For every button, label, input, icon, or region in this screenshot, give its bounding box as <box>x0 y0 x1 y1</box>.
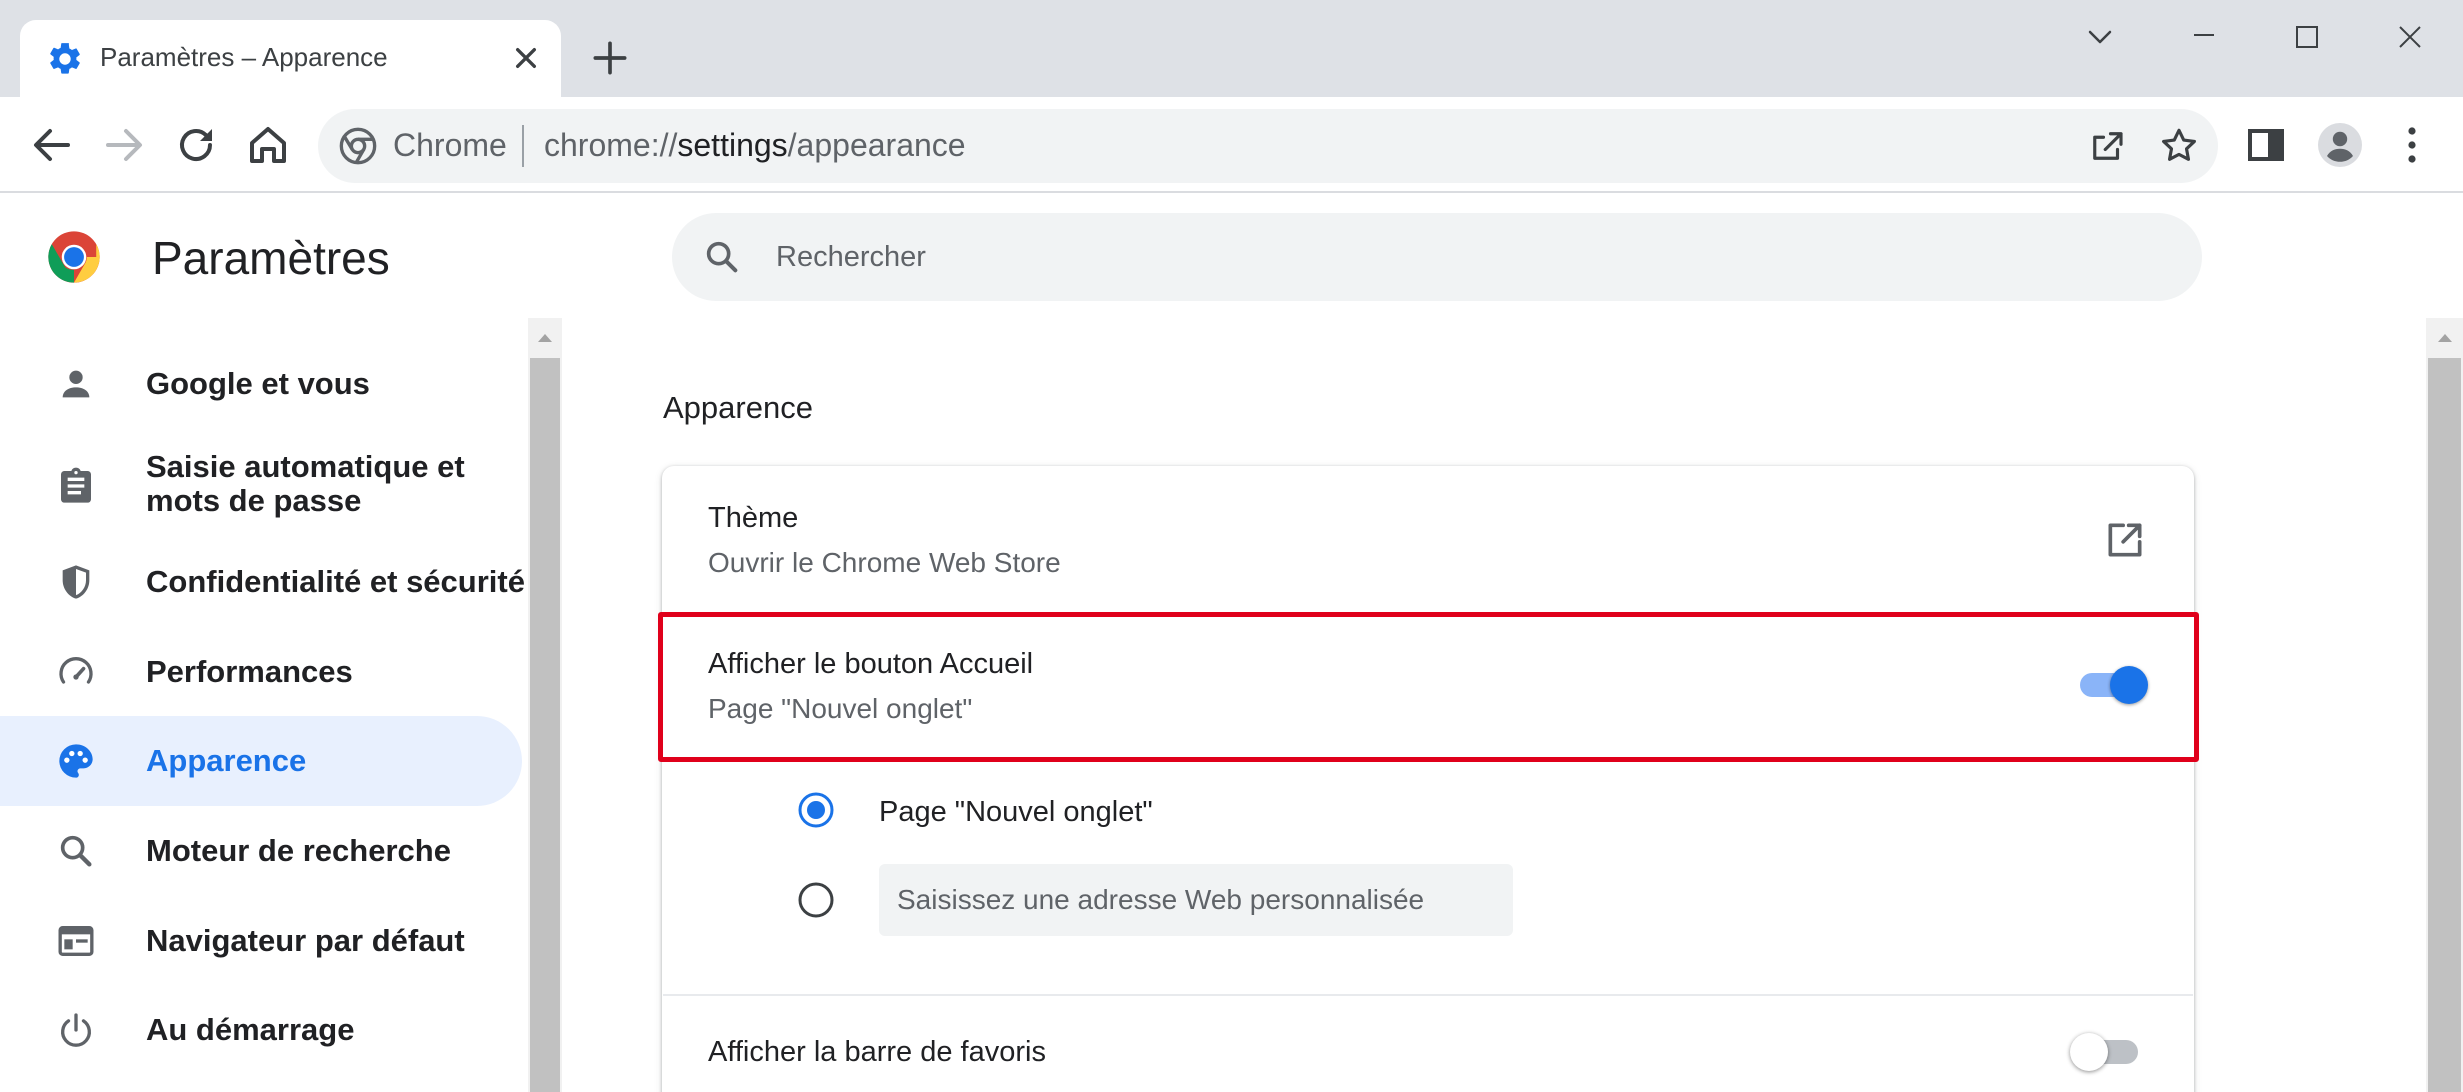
sidebar-item-google-et-vous[interactable]: Google et vous <box>0 339 522 429</box>
power-icon <box>61 1013 91 1047</box>
palette-icon <box>59 744 93 778</box>
sidebar-item-moteur-de-recherche[interactable]: Moteur de recherche <box>0 806 522 896</box>
sidebar-item-label: Navigateur par défaut <box>146 923 465 958</box>
shield-icon <box>62 565 90 599</box>
more-menu-icon[interactable] <box>2388 121 2436 169</box>
address-bar[interactable]: Chrome chrome://settings/appearance <box>318 109 2218 183</box>
bookmark-star-icon[interactable] <box>2158 125 2200 167</box>
sidebar-item-performances[interactable]: Performances <box>0 627 522 717</box>
profile-avatar-icon[interactable] <box>2316 121 2364 169</box>
omnibox-chip-label: Chrome <box>393 127 507 163</box>
person-icon <box>62 370 90 398</box>
sidebar-item-label: Au démarrage <box>146 1012 355 1047</box>
sidebar-item-label: Google et vous <box>146 366 370 401</box>
share-icon[interactable] <box>2086 125 2128 167</box>
sidebar-item-label: Apparence <box>146 743 307 778</box>
custom-url-radio[interactable] <box>796 880 836 920</box>
sidebar-scroll-up-icon[interactable] <box>530 323 560 353</box>
browser-toolbar: Chrome chrome://settings/appearance <box>0 97 2463 193</box>
active-tab[interactable]: Paramètres – Apparence <box>20 20 561 97</box>
settings-page-title: Paramètres <box>152 232 390 284</box>
sidebar-item-confidentialite[interactable]: Confidentialité et sécurité <box>0 537 525 627</box>
sidebar-item-label: Confidentialité et sécurité <box>146 564 525 599</box>
theme-subtitle: Ouvrir le Chrome Web Store <box>708 547 1061 578</box>
speedometer-icon <box>59 657 93 684</box>
url-path: /appearance <box>787 127 966 163</box>
search-icon <box>706 241 738 273</box>
omnibox-separator <box>522 125 524 167</box>
url-host: settings <box>677 127 788 163</box>
new-tab-page-label[interactable]: Page "Nouvel onglet" <box>879 796 1153 829</box>
url-text[interactable]: chrome://settings/appearance <box>544 127 966 164</box>
section-title-apparence: Apparence <box>663 390 813 425</box>
tab-search-chevron-icon[interactable] <box>2070 14 2130 64</box>
browser-window-icon <box>58 926 94 956</box>
sidebar-scrollbar-thumb[interactable] <box>530 358 560 1092</box>
reload-icon[interactable] <box>172 121 220 169</box>
sidebar-item-apparence[interactable]: Apparence <box>0 716 522 806</box>
settings-search[interactable] <box>672 213 2202 301</box>
search-icon <box>60 835 92 867</box>
close-window-icon[interactable] <box>2380 14 2440 64</box>
new-tab-page-radio[interactable] <box>796 790 836 830</box>
card-divider <box>663 994 2193 996</box>
clipboard-icon <box>61 467 91 503</box>
minimize-window-icon[interactable] <box>2174 14 2234 64</box>
chrome-logo-icon <box>48 231 100 283</box>
sidebar-item-navigateur-par-defaut[interactable]: Navigateur par défaut <box>0 896 522 986</box>
url-scheme: chrome:// <box>544 127 678 163</box>
title-bar: Paramètres – Apparence <box>0 0 2463 97</box>
bookmarks-bar-toggle[interactable] <box>2070 1030 2140 1074</box>
sidebar-item-saisie-automatique[interactable]: Saisie automatique et mots de passe <box>0 438 522 534</box>
home-icon[interactable] <box>244 121 292 169</box>
forward-arrow-icon[interactable] <box>100 121 148 169</box>
maximize-window-icon[interactable] <box>2276 14 2336 64</box>
side-panel-icon[interactable] <box>2242 121 2290 169</box>
settings-search-input[interactable] <box>776 235 2156 279</box>
new-tab-plus-icon[interactable] <box>588 36 632 80</box>
sidebar-item-label: Moteur de recherche <box>146 833 451 868</box>
sidebar-item-label: Performances <box>146 654 353 689</box>
sidebar-item-au-demarrage[interactable]: Au démarrage <box>0 985 522 1075</box>
settings-gear-icon <box>50 43 80 74</box>
toggle-knob <box>2070 1033 2108 1071</box>
tab-title: Paramètres – Apparence <box>100 42 388 72</box>
content-scroll-up-icon[interactable] <box>2430 323 2460 353</box>
custom-url-input[interactable] <box>879 864 1513 936</box>
highlight-box <box>658 612 2199 762</box>
open-external-link-icon[interactable] <box>2103 518 2147 562</box>
close-tab-icon[interactable] <box>506 38 546 78</box>
chrome-page-icon <box>339 127 377 165</box>
back-arrow-icon[interactable] <box>28 121 76 169</box>
bookmarks-bar-title: Afficher la barre de favoris <box>708 1036 1046 1068</box>
sidebar-item-label: Saisie automatique et mots de passe <box>146 449 465 518</box>
content-scrollbar-thumb[interactable] <box>2428 358 2461 1092</box>
theme-title: Thème <box>708 502 799 534</box>
